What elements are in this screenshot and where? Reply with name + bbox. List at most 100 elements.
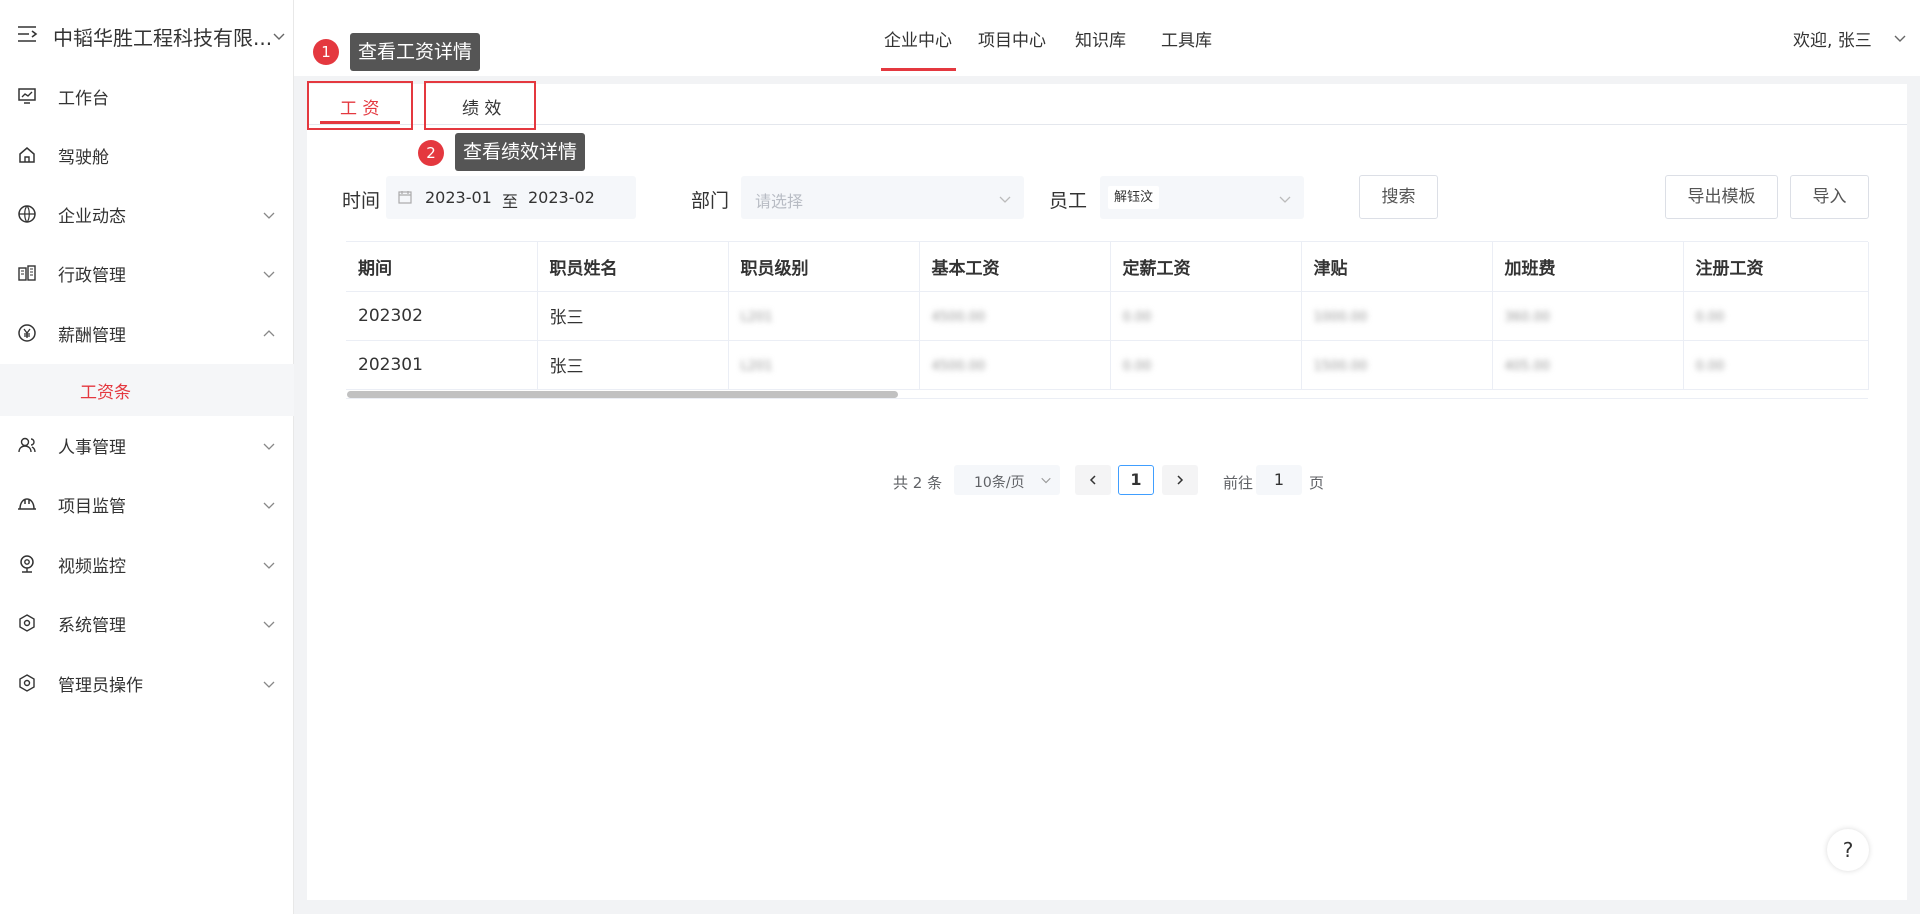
- chevron-down-icon: [262, 676, 276, 690]
- cell-level: L201: [740, 309, 773, 325]
- step-badge: 1: [313, 39, 339, 65]
- cell-name: 张三: [537, 340, 729, 390]
- column-header: 注册工资: [1683, 242, 1869, 292]
- date-end[interactable]: 2023-02: [528, 188, 595, 207]
- chevron-down-icon: [1040, 474, 1052, 490]
- chevron-down-icon: [1278, 191, 1292, 210]
- sidebar-item-admin[interactable]: 行政管理: [0, 248, 294, 298]
- column-header: 加班费: [1492, 242, 1684, 292]
- sidebar-item-label: 企业动态: [58, 206, 126, 227]
- pagination-total: 共 2 条: [893, 474, 943, 492]
- department-label: 部门: [691, 190, 730, 212]
- employee-select[interactable]: 解钰汶: [1100, 176, 1304, 219]
- chevron-down-icon: [998, 191, 1012, 210]
- sidebar-item-label: 视频监控: [58, 556, 126, 577]
- cell-period: 202301: [346, 340, 538, 390]
- tab-knowledge-base[interactable]: 知识库: [1075, 26, 1126, 51]
- camera-icon: [16, 553, 38, 575]
- column-header: 职员级别: [728, 242, 920, 292]
- user-welcome[interactable]: 欢迎, 张三: [1793, 26, 1872, 51]
- table-row[interactable]: 202302 张三 L201 4500.00 0.00 1000.00 360.…: [346, 291, 1869, 341]
- users-icon: [16, 434, 38, 456]
- cell-registration-salary: 0.00: [1695, 309, 1725, 325]
- tab-project-center[interactable]: 项目中心: [978, 26, 1046, 51]
- scrollbar-thumb[interactable]: [347, 391, 898, 398]
- sidebar-item-news[interactable]: 企业动态: [0, 189, 294, 239]
- import-button[interactable]: 导入: [1790, 175, 1869, 219]
- sidebar-item-label: 行政管理: [58, 265, 126, 286]
- brand[interactable]: 中韬华胜工程科技有限...: [0, 14, 294, 56]
- chevron-down-icon[interactable]: [272, 28, 286, 42]
- next-page-button[interactable]: [1162, 465, 1198, 495]
- yen-icon: [16, 322, 38, 344]
- prev-page-button[interactable]: [1075, 465, 1111, 495]
- step-badge: 2: [418, 140, 444, 166]
- sidebar-item-admin-ops[interactable]: 管理员操作: [0, 658, 294, 708]
- cell-base-salary: 4500.00: [931, 309, 986, 325]
- cell-overtime: 405.00: [1504, 358, 1551, 374]
- sidebar-item-label: 人事管理: [58, 437, 126, 458]
- sidebar-item-label: 薪酬管理: [58, 325, 126, 346]
- globe-icon: [16, 203, 38, 225]
- highlight-box-performance: [424, 81, 536, 130]
- goto-page-input[interactable]: 1: [1256, 465, 1302, 495]
- chevron-left-icon: [1089, 475, 1096, 485]
- column-header: 津贴: [1301, 242, 1493, 292]
- current-page-button[interactable]: 1: [1118, 465, 1154, 495]
- sidebar-item-workbench[interactable]: 工作台: [0, 71, 294, 121]
- cell-base-salary: 4500.00: [931, 358, 986, 374]
- highlight-box-salary: [307, 81, 413, 130]
- cell-allowance: 1000.00: [1313, 309, 1368, 325]
- tab-enterprise-center[interactable]: 企业中心: [884, 26, 952, 51]
- salary-table: 期间 职员姓名 职员级别 基本工资 定薪工资 津贴 加班费 注册工资 20230…: [346, 242, 1869, 390]
- sidebar-item-label: 工作台: [58, 88, 109, 109]
- page-suffix-label: 页: [1309, 474, 1325, 492]
- chevron-down-icon: [262, 207, 276, 221]
- monitor-chart-icon: [16, 85, 38, 107]
- tooltip-performance-detail: 查看绩效详情: [455, 133, 586, 171]
- cell-allowance: 1500.00: [1313, 358, 1368, 374]
- goto-label: 前往: [1223, 474, 1254, 492]
- date-range-picker[interactable]: 2023-01 至 2023-02: [386, 176, 636, 219]
- tab-toolbox[interactable]: 工具库: [1161, 26, 1212, 51]
- sidebar-item-video[interactable]: 视频监控: [0, 539, 294, 589]
- sidebar: 中韬华胜工程科技有限... 工作台 驾驶舱 企业动态 行政管理 薪酬管理 工资条…: [0, 0, 294, 914]
- export-template-button[interactable]: 导出模板: [1665, 175, 1778, 219]
- cell-name: 张三: [537, 291, 729, 341]
- employee-tag[interactable]: 解钰汶: [1108, 186, 1160, 209]
- page-size-select[interactable]: 10条/页: [954, 465, 1060, 495]
- helmet-icon: [16, 493, 38, 515]
- table-header-row: 期间 职员姓名 职员级别 基本工资 定薪工资 津贴 加班费 注册工资: [346, 242, 1869, 292]
- department-select[interactable]: 请选择: [741, 176, 1024, 219]
- page-size-value: 10条/页: [974, 475, 1025, 491]
- chevron-right-icon: [1177, 475, 1184, 485]
- chevron-down-icon[interactable]: [1893, 30, 1907, 50]
- help-button[interactable]: ?: [1827, 829, 1869, 871]
- chevron-down-icon: [262, 616, 276, 630]
- sidebar-item-label: 驾驶舱: [58, 147, 109, 168]
- brand-name: 中韬华胜工程科技有限...: [53, 26, 273, 50]
- chevron-up-icon: [262, 326, 276, 340]
- search-button[interactable]: 搜索: [1359, 175, 1438, 219]
- cell-overtime: 360.00: [1504, 309, 1551, 325]
- settings-icon: [16, 612, 38, 634]
- sidebar-item-label: 管理员操作: [58, 675, 143, 696]
- column-header: 定薪工资: [1110, 242, 1302, 292]
- sidebar-item-hr[interactable]: 人事管理: [0, 420, 294, 470]
- date-start[interactable]: 2023-01: [425, 188, 492, 207]
- active-tab-underline: [881, 68, 956, 71]
- table-row[interactable]: 202301 张三 L201 4500.00 0.00 1500.00 405.…: [346, 340, 1869, 390]
- sidebar-item-salary[interactable]: 薪酬管理: [0, 308, 294, 358]
- sidebar-item-cockpit[interactable]: 驾驶舱: [0, 130, 294, 180]
- sidebar-item-system[interactable]: 系统管理: [0, 598, 294, 648]
- chevron-down-icon: [262, 266, 276, 280]
- sidebar-subitem-payslip[interactable]: 工资条: [0, 364, 294, 416]
- chevron-down-icon: [262, 497, 276, 511]
- calendar-icon: [398, 189, 412, 208]
- sidebar-item-project-supervision[interactable]: 项目监管: [0, 479, 294, 529]
- sidebar-item-label: 系统管理: [58, 615, 126, 636]
- menu-toggle-icon[interactable]: [16, 24, 38, 44]
- time-label: 时间: [342, 190, 381, 212]
- cell-fixed-salary: 0.00: [1122, 358, 1152, 374]
- column-header: 期间: [346, 242, 538, 292]
